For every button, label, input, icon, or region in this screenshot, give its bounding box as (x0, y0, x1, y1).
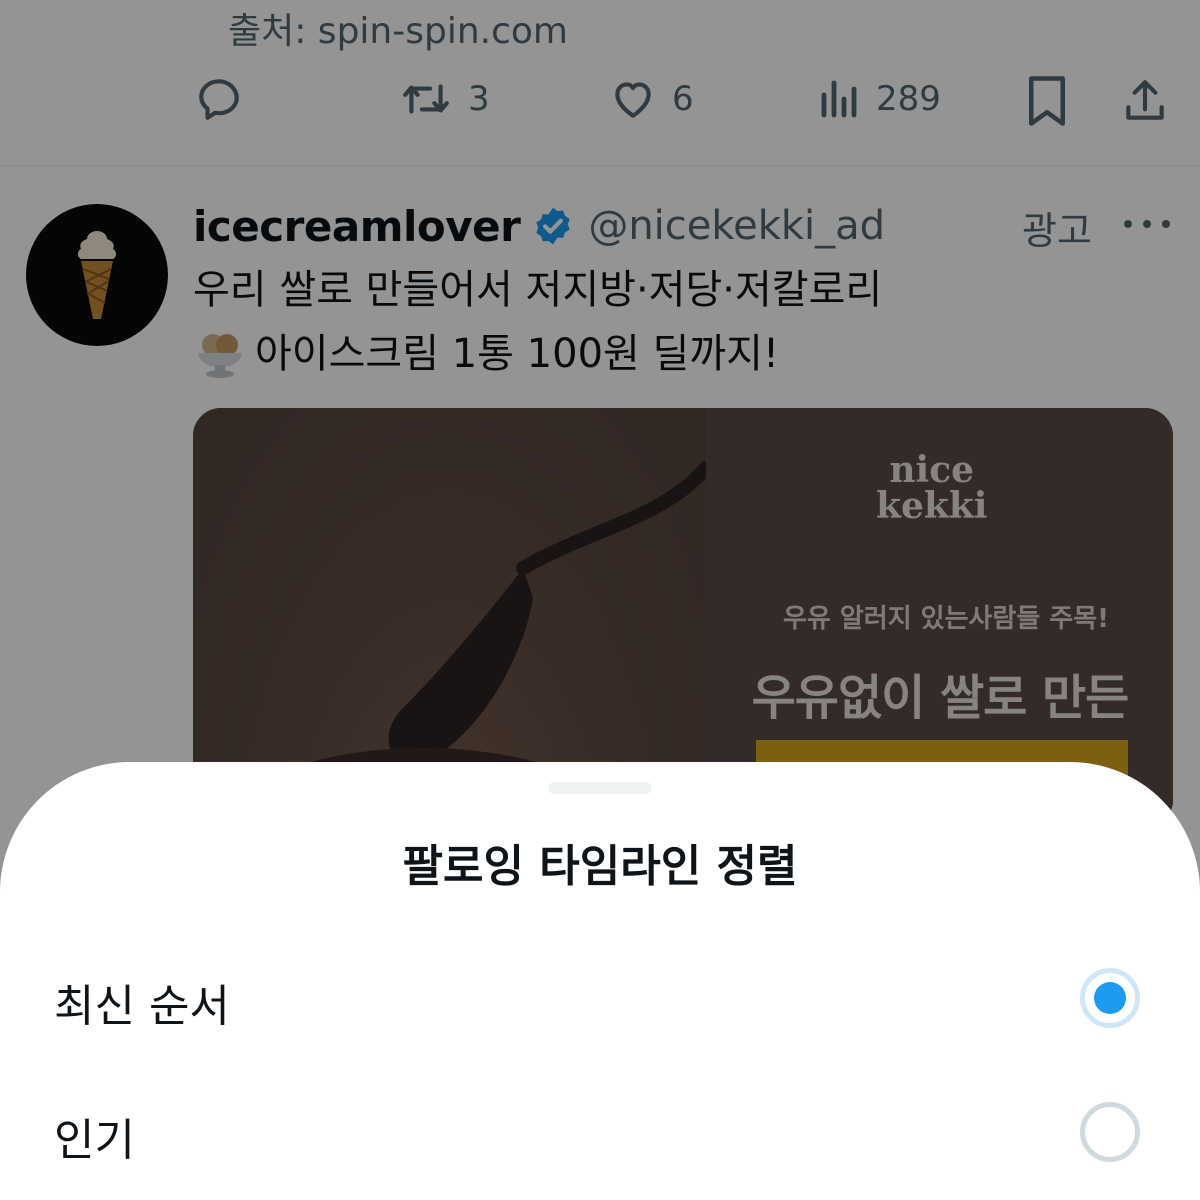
sort-option-label: 최신 순서 (54, 981, 230, 1032)
radio-unchecked-icon[interactable] (1080, 1102, 1140, 1162)
sort-option-latest[interactable]: 최신 순서 (0, 950, 1200, 1050)
sheet-title: 팔로잉 타임라인 정렬 (402, 841, 798, 892)
sort-option-popular[interactable]: 인기 (0, 1084, 1200, 1184)
radio-checked-icon[interactable] (1080, 968, 1140, 1028)
sheet-drag-handle[interactable] (548, 782, 652, 794)
sort-bottom-sheet: 팔로잉 타임라인 정렬 최신 순서 인기 (0, 762, 1200, 1200)
sort-option-label: 인기 (54, 1115, 135, 1166)
